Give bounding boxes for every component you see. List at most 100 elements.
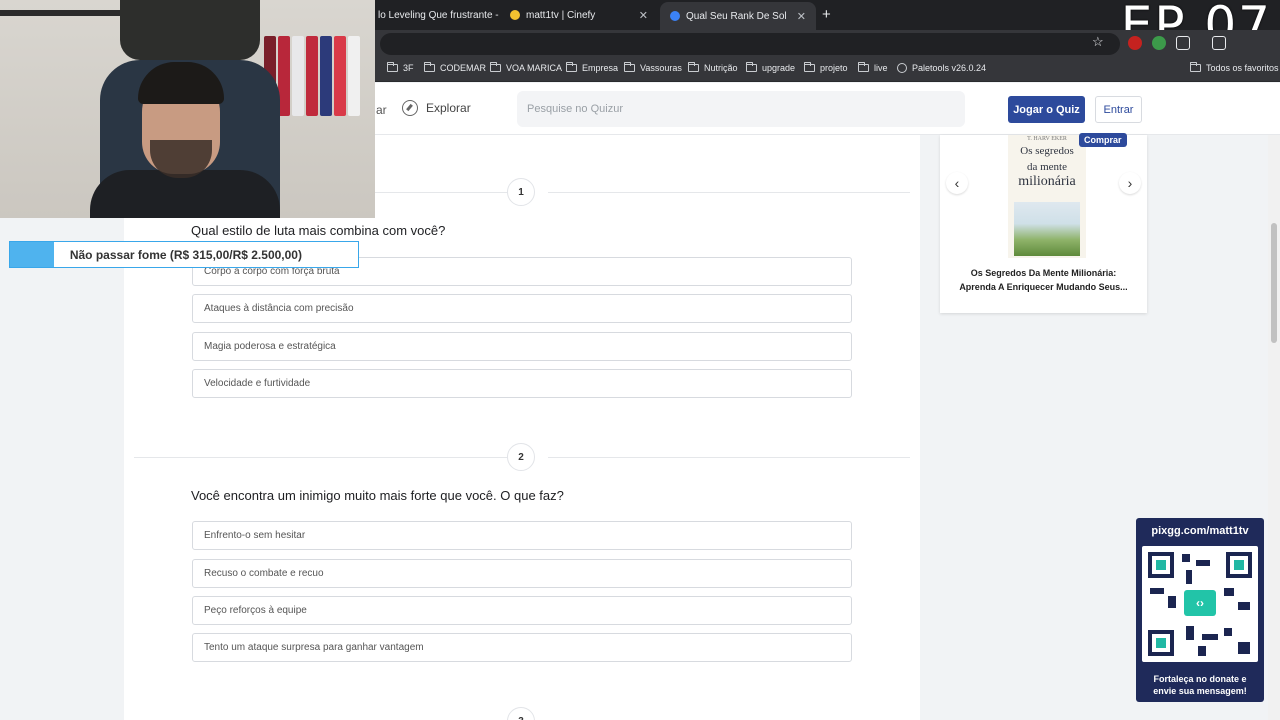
compass-icon	[402, 100, 418, 116]
bookmark-item[interactable]: 3F	[387, 62, 414, 73]
tab-title: lo Leveling Que frustrante - A	[378, 9, 500, 21]
folder-icon	[490, 62, 501, 72]
webcam-overlay	[0, 0, 375, 218]
play-quiz-button[interactable]: Jogar o Quiz	[1008, 96, 1085, 123]
folder-icon	[746, 62, 757, 72]
qr-finder	[1226, 552, 1252, 578]
qr-module	[1182, 554, 1190, 562]
donation-goal-bar: Não passar fome (R$ 315,00/R$ 2.500,00)	[9, 241, 359, 268]
explore-link[interactable]: Explorar	[402, 100, 471, 116]
qr-module	[1238, 642, 1250, 654]
bookmark-star-icon[interactable]: ☆	[1092, 34, 1104, 50]
qr-module	[1198, 646, 1206, 656]
donate-message: Fortaleça no donate e envie sua mensagem…	[1153, 674, 1247, 696]
folder-icon	[858, 62, 869, 72]
quiz-content: 1 Qual estilo de luta mais combina com v…	[124, 135, 920, 720]
close-icon[interactable]: ✕	[639, 9, 648, 22]
shirt	[334, 36, 346, 116]
qr-finder	[1148, 630, 1174, 656]
answer-option[interactable]: Ataques à distância com precisão	[192, 294, 852, 323]
bookmark-item[interactable]: Nutrição	[688, 62, 738, 73]
close-icon[interactable]: ✕	[797, 10, 806, 23]
book-cover-title: Os segredos	[1020, 145, 1074, 157]
folder-icon	[1190, 62, 1201, 72]
shirt	[320, 36, 332, 116]
bookmark-item[interactable]: live	[858, 62, 888, 73]
folder-icon	[804, 62, 815, 72]
qr-code: ‹›	[1142, 546, 1258, 662]
folder-icon	[387, 62, 398, 72]
question-text: Você encontra um inimigo muito mais fort…	[191, 488, 564, 503]
answer-option[interactable]: Magia poderosa e estratégica	[192, 332, 852, 361]
buy-badge[interactable]: Comprar	[1079, 133, 1127, 147]
answer-option[interactable]: Velocidade e furtividade	[192, 369, 852, 398]
shirt	[348, 36, 360, 116]
donate-panel: pixgg.com/matt1tv ‹› Fortaleça no donate…	[1136, 518, 1264, 702]
qr-module	[1202, 634, 1218, 640]
login-button[interactable]: Entrar	[1095, 96, 1142, 123]
book-ad-card[interactable]: T. HARV EKER Os segredos da mente milion…	[940, 133, 1147, 313]
answer-option[interactable]: Recuso o combate e recuo	[192, 559, 852, 588]
ad-title-line: Aprenda A Enriquecer Mudando Seus...	[959, 282, 1128, 292]
answer-option[interactable]: Enfrento-o sem hesitar	[192, 521, 852, 550]
book-cover-author: T. HARV EKER	[1027, 136, 1067, 142]
ad-title[interactable]: Os Segredos Da Mente Milionária: Aprenda…	[950, 266, 1137, 294]
chevron-left-icon[interactable]: ‹	[946, 172, 968, 194]
scrollbar[interactable]	[1268, 135, 1280, 720]
qr-module	[1238, 602, 1250, 610]
scrollbar-thumb[interactable]	[1271, 223, 1277, 343]
answer-option[interactable]: Tento um ataque surpresa para ganhar van…	[192, 633, 852, 662]
qr-module	[1186, 570, 1192, 584]
bookmark-item[interactable]: Paletools v26.0.24	[897, 63, 986, 73]
bookmark-item[interactable]: CODEMAR	[424, 62, 486, 73]
donate-url: pixgg.com/matt1tv	[1151, 525, 1249, 537]
qr-module	[1196, 560, 1210, 566]
divider	[548, 457, 910, 458]
answer-option[interactable]: Peço reforços à equipe	[192, 596, 852, 625]
quizur-favicon-icon	[670, 11, 680, 21]
bookmark-item[interactable]: projeto	[804, 62, 848, 73]
extension-icon[interactable]	[1128, 36, 1142, 50]
divider	[134, 457, 507, 458]
search-input[interactable]	[517, 91, 965, 127]
question-text: Qual estilo de luta mais combina com voc…	[191, 223, 446, 238]
sidebar-icon[interactable]	[1212, 36, 1226, 50]
wall-decoration	[0, 10, 120, 16]
tab-title: Qual Seu Rank De Solo Leveling	[686, 10, 787, 22]
bookmark-item[interactable]: Empresa	[566, 62, 618, 73]
book-cover-title: da mente	[1026, 161, 1067, 173]
browser-tab-active[interactable]: Qual Seu Rank De Solo Leveling ✕	[660, 2, 816, 30]
all-bookmarks[interactable]: Todos os favoritos	[1190, 62, 1279, 73]
book-cover-art	[1014, 202, 1080, 256]
folder-icon	[424, 62, 435, 72]
bookmark-item[interactable]: upgrade	[746, 62, 795, 73]
shirt	[292, 36, 304, 116]
new-tab-icon[interactable]: +	[822, 6, 831, 23]
qr-module	[1224, 628, 1232, 636]
book-cover-title: milionária	[1018, 174, 1076, 189]
browser-tab[interactable]: matt1tv | Cinefy ✕	[500, 4, 658, 26]
background-object	[120, 0, 260, 60]
extensions-puzzle-icon[interactable]	[1176, 36, 1190, 50]
explore-label: Explorar	[426, 101, 471, 115]
nav-link-partial[interactable]: ar	[376, 103, 387, 117]
browser-tab[interactable]: lo Leveling Que frustrante - A ✕	[368, 4, 500, 26]
qr-module	[1150, 588, 1164, 594]
goal-progress-fill	[10, 242, 54, 267]
divider	[548, 192, 910, 193]
qr-module	[1168, 596, 1176, 608]
qr-finder	[1148, 552, 1174, 578]
bookmark-item[interactable]: Vassouras	[624, 62, 682, 73]
folder-icon	[624, 62, 635, 72]
qr-module	[1224, 588, 1234, 596]
ad-title-line: Os Segredos Da Mente Milionária:	[970, 268, 1117, 278]
goal-text: Não passar fome (R$ 315,00/R$ 2.500,00)	[69, 247, 302, 262]
globe-icon	[897, 63, 907, 73]
question-number: 3	[507, 707, 535, 720]
folder-icon	[566, 62, 577, 72]
address-bar[interactable]	[380, 33, 1120, 55]
folder-icon	[688, 62, 699, 72]
extension-icon[interactable]	[1152, 36, 1166, 50]
bookmark-item[interactable]: VOA MARICA	[490, 62, 562, 73]
chevron-right-icon[interactable]: ›	[1119, 172, 1141, 194]
